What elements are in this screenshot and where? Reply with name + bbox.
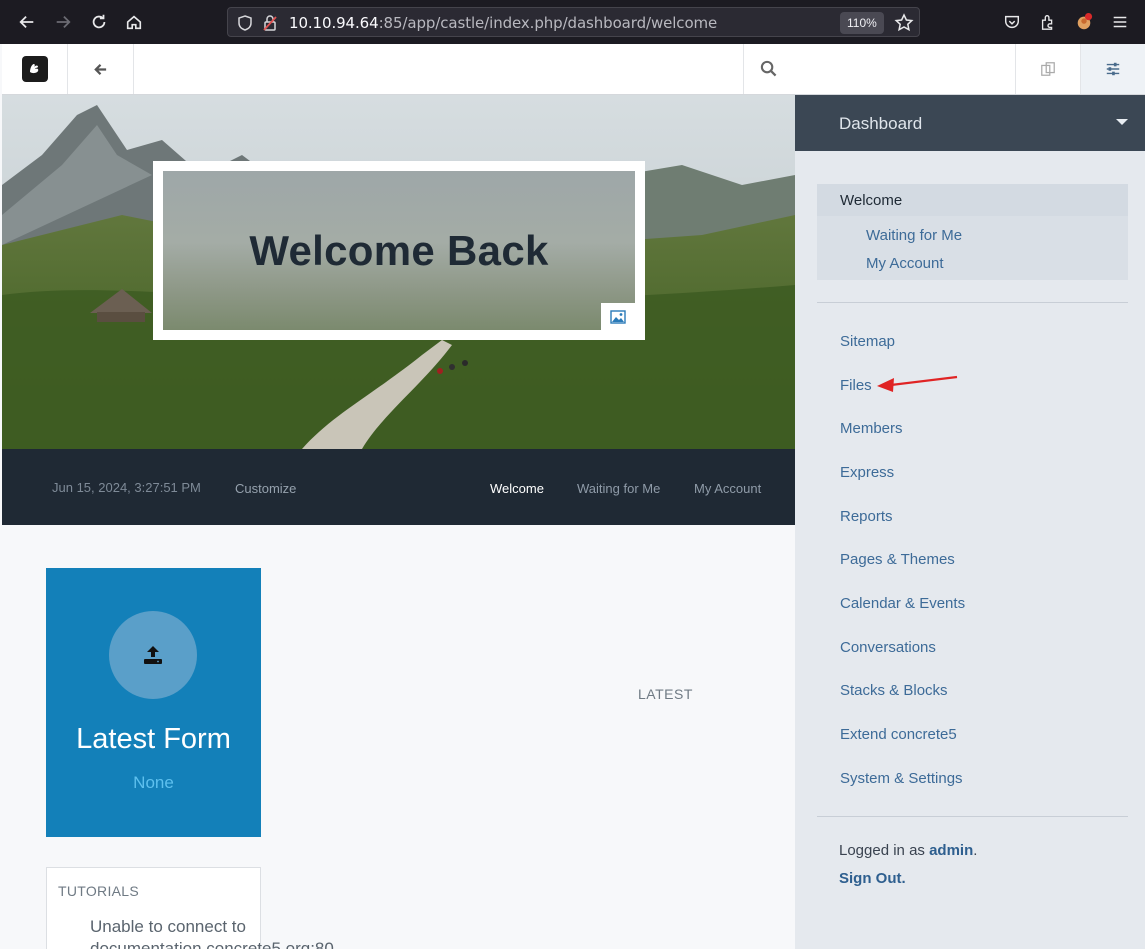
welcome-nav-bar: Jun 15, 2024, 3:27:51 PM Customize Welco… — [2, 449, 795, 525]
caret-down-icon — [1116, 119, 1128, 125]
sidebar-item-pages-themes[interactable]: Pages & Themes — [840, 551, 955, 568]
url-text: 10.10.94.64:85/app/castle/index.php/dash… — [289, 14, 717, 32]
panel-divider — [817, 816, 1128, 817]
sidebar-item-express[interactable]: Express — [840, 464, 894, 481]
browser-toolbar: 10.10.94.64:85/app/castle/index.php/dash… — [0, 0, 1145, 44]
sidebar-item-conversations[interactable]: Conversations — [840, 639, 936, 656]
sidebar-item-my-account[interactable]: My Account — [866, 255, 944, 272]
sidebar-item-files[interactable]: Files — [840, 377, 872, 394]
url-path: :85/app/castle/index.php/dashboard/welco… — [378, 14, 718, 32]
nav-tab-my-account[interactable]: My Account — [694, 481, 761, 496]
latest-heading: LATEST — [638, 686, 693, 702]
sidebar-item-welcome-label: Welcome — [840, 192, 903, 209]
image-icon[interactable] — [601, 303, 635, 330]
sign-out-link[interactable]: Sign Out. — [839, 870, 906, 887]
logged-in-status: Logged in as admin. — [839, 842, 977, 859]
hamburger-menu-icon[interactable] — [1108, 10, 1132, 34]
extensions-icon[interactable] — [1036, 10, 1060, 34]
dashboard-toggle-button[interactable] — [1081, 44, 1145, 94]
welcome-image: Welcome Back — [163, 171, 635, 330]
tutorials-title: TUTORIALS — [58, 883, 140, 899]
shield-icon[interactable] — [236, 14, 254, 32]
search-icon — [760, 60, 777, 77]
latest-form-title: Latest Form — [76, 723, 231, 755]
toolbar-back-button[interactable] — [68, 44, 134, 94]
dashboard-content: Latest Form None LATEST TUTORIALS Unable… — [2, 525, 795, 949]
pocket-icon[interactable] — [1000, 10, 1024, 34]
forward-arrow-icon[interactable] — [51, 10, 75, 34]
sliders-icon — [1106, 62, 1120, 76]
welcome-title: Welcome Back — [249, 226, 549, 274]
tutorials-error-message: Unable to connect to documentation.concr… — [90, 917, 334, 949]
panel-divider — [817, 302, 1128, 303]
profile-avatar-icon[interactable] — [1072, 10, 1096, 34]
sidebar-item-stacks-blocks[interactable]: Stacks & Blocks — [840, 682, 948, 699]
intelligent-search-button[interactable] — [1015, 44, 1081, 94]
sidebar-item-reports[interactable]: Reports — [840, 508, 893, 525]
cms-toolbar — [2, 44, 1145, 95]
arrow-left-icon — [94, 63, 107, 75]
address-bar[interactable]: 10.10.94.64:85/app/castle/index.php/dash… — [227, 7, 920, 37]
customize-link[interactable]: Customize — [235, 481, 296, 496]
welcome-menu-group: Welcome Waiting for Me My Account — [817, 184, 1128, 280]
hero-banner: Welcome Back — [2, 95, 795, 449]
upload-icon — [109, 611, 197, 699]
reload-icon[interactable] — [87, 10, 111, 34]
latest-form-value: None — [133, 773, 174, 792]
toolbar-search[interactable] — [743, 44, 1015, 94]
dashboard-panel-title: Dashboard — [839, 114, 923, 133]
logged-in-prefix: Logged in as — [839, 842, 930, 859]
sidebar-item-extend[interactable]: Extend concrete5 — [840, 726, 957, 743]
concrete5-logo-icon — [21, 56, 48, 82]
url-host: 10.10.94.64 — [289, 14, 379, 32]
welcome-image-frame: Welcome Back — [153, 161, 645, 340]
bookmark-star-icon[interactable] — [894, 13, 914, 33]
sidebar-item-welcome[interactable]: Welcome — [817, 184, 1128, 216]
latest-form-card[interactable]: Latest Form None — [46, 568, 261, 837]
current-datetime: Jun 15, 2024, 3:27:51 PM — [52, 480, 201, 495]
dashboard-panel: Dashboard Welcome Waiting for Me My Acco… — [795, 95, 1145, 949]
nav-tab-waiting-for-me[interactable]: Waiting for Me — [577, 481, 660, 496]
sidebar-item-sitemap[interactable]: Sitemap — [840, 333, 895, 350]
dashboard-panel-header[interactable]: Dashboard — [795, 95, 1145, 151]
sidebar-item-calendar-events[interactable]: Calendar & Events — [840, 595, 965, 612]
zoom-level-badge[interactable]: 110% — [840, 12, 884, 34]
red-annotation-arrow-icon — [877, 375, 958, 392]
insecure-lock-icon[interactable] — [261, 14, 279, 32]
sidebar-item-system-settings[interactable]: System & Settings — [840, 770, 963, 787]
sidebar-item-waiting-for-me[interactable]: Waiting for Me — [866, 227, 962, 244]
back-arrow-icon[interactable] — [15, 10, 39, 34]
sidebar-item-members[interactable]: Members — [840, 420, 903, 437]
home-icon[interactable] — [122, 10, 146, 34]
nav-tab-welcome[interactable]: Welcome — [490, 481, 544, 496]
logged-in-username[interactable]: admin — [929, 842, 973, 859]
cms-logo[interactable] — [2, 44, 68, 94]
pages-copy-icon — [1041, 62, 1055, 76]
logged-in-suffix: . — [973, 842, 978, 859]
